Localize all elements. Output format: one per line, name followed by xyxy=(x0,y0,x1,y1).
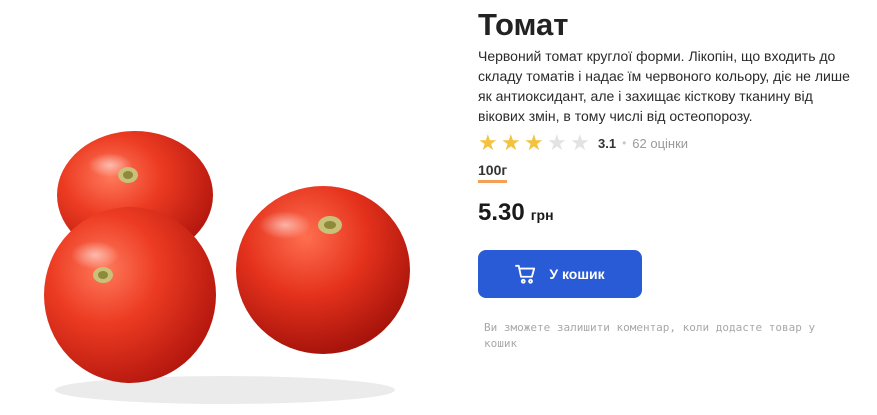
add-to-cart-button[interactable]: У кошик xyxy=(478,250,642,298)
rating: ★ ★ ★ ★ ★ 3.1 • 62 оцінки xyxy=(478,130,868,155)
product-image xyxy=(44,131,410,404)
product-info: Томат Червоний томат круглої форми. Ліко… xyxy=(478,0,868,352)
star-empty-icon: ★ xyxy=(547,130,567,155)
star-empty-icon: ★ xyxy=(570,130,590,155)
price-row: 5.30 грн xyxy=(478,199,868,227)
comment-note: Ви зможете залишити коментар, коли додас… xyxy=(484,321,816,350)
rating-value: 3.1 xyxy=(598,135,617,151)
rating-stars: ★ ★ ★ ★ ★ xyxy=(478,130,593,155)
rating-count[interactable]: 62 оцінки xyxy=(632,136,688,151)
weight-option[interactable]: 100г xyxy=(478,162,508,183)
product-title: Томат xyxy=(478,7,569,42)
star-filled-icon: ★ xyxy=(524,130,544,155)
price-value: 5.30 xyxy=(478,199,525,226)
price-currency: грн xyxy=(530,207,554,223)
cart-icon xyxy=(515,264,537,284)
star-filled-icon: ★ xyxy=(501,130,521,155)
separator-dot: • xyxy=(622,136,627,150)
star-filled-icon: ★ xyxy=(478,130,498,155)
product-description: Червоний томат круглої форми. Лікопін, щ… xyxy=(478,48,850,124)
add-to-cart-label: У кошик xyxy=(549,266,605,282)
